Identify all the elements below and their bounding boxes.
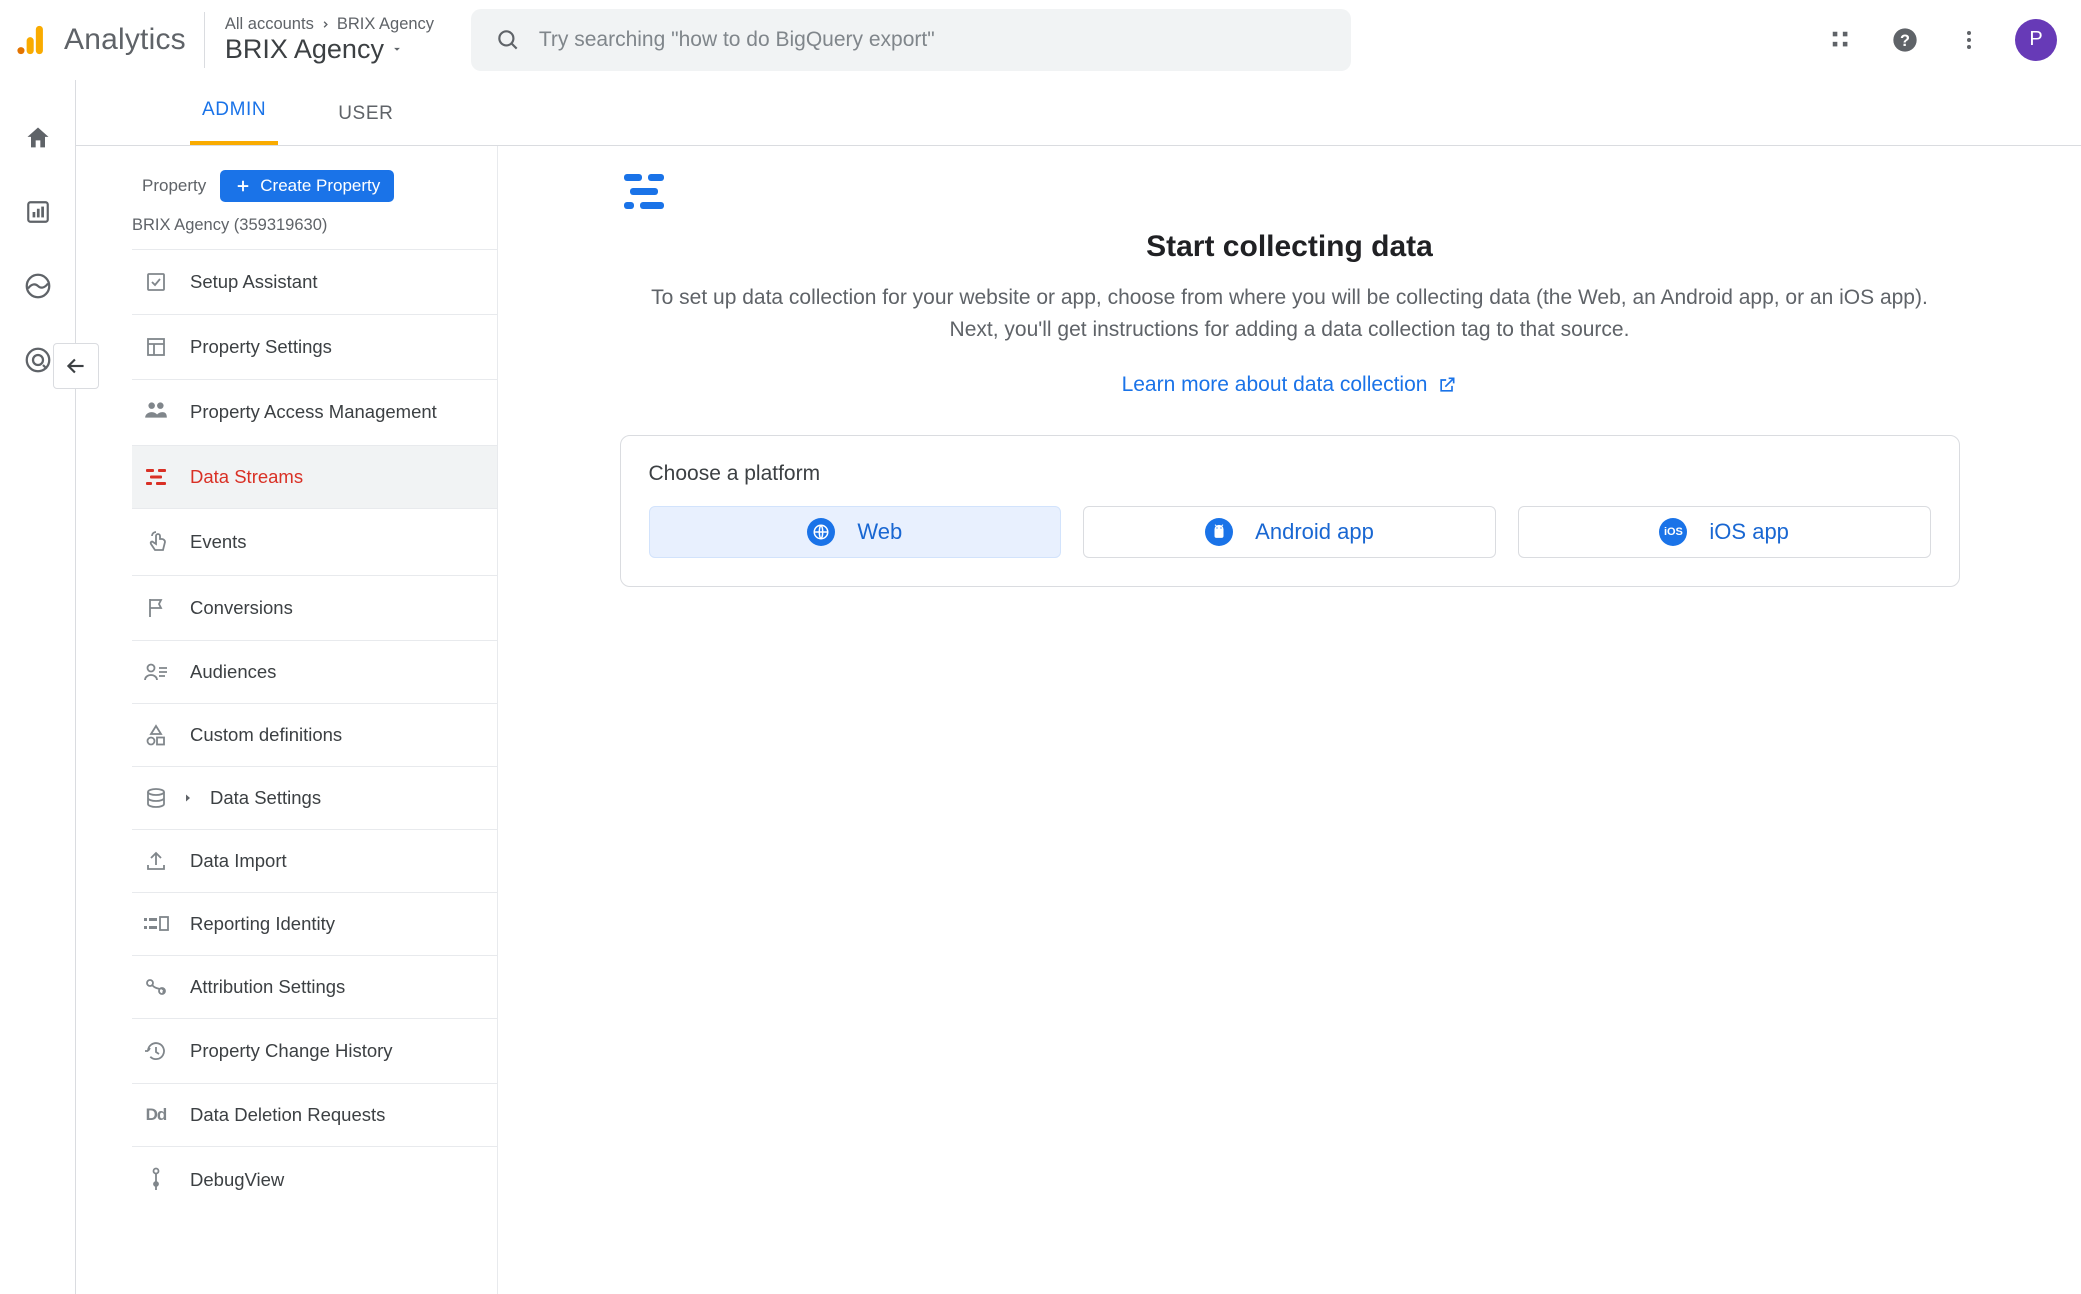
menu-attribution-settings[interactable]: Attribution Settings <box>132 956 497 1018</box>
menu-reporting-identity[interactable]: Reporting Identity <box>132 893 497 955</box>
data-streams-hero-icon <box>620 170 1960 214</box>
brand[interactable]: Analytics <box>16 12 205 68</box>
touch-icon <box>142 529 170 555</box>
data-streams-icon <box>142 467 170 487</box>
menu-events[interactable]: Events <box>132 509 497 575</box>
settings-menu: Setup Assistant Property Settings Proper… <box>132 249 497 1213</box>
reports-icon[interactable] <box>18 192 58 232</box>
database-icon <box>142 787 170 809</box>
platform-ios-button[interactable]: iOS iOS app <box>1518 506 1931 558</box>
property-label: Property <box>142 176 206 196</box>
admin-tabs: ADMIN USER <box>76 80 2081 146</box>
page-title: Start collecting data <box>620 230 1960 264</box>
choose-platform-label: Choose a platform <box>649 462 1931 486</box>
back-button[interactable] <box>53 343 99 389</box>
platform-android-button[interactable]: Android app <box>1083 506 1496 558</box>
path-all: All accounts <box>225 15 314 34</box>
account-path: All accounts BRIX Agency <box>225 15 447 34</box>
menu-data-settings[interactable]: Data Settings <box>132 767 497 829</box>
platform-card: Choose a platform Web Android app iOS <box>620 435 1960 587</box>
identity-icon <box>142 916 170 932</box>
create-property-button[interactable]: Create Property <box>220 170 394 202</box>
people-icon <box>142 400 170 420</box>
svg-text:?: ? <box>1900 31 1910 49</box>
left-rail <box>0 80 76 1294</box>
tab-admin[interactable]: ADMIN <box>190 99 278 145</box>
menu-custom-definitions[interactable]: Custom definitions <box>132 704 497 766</box>
product-name: Analytics <box>64 23 186 57</box>
menu-data-streams[interactable]: Data Streams <box>132 446 497 508</box>
history-icon <box>142 1039 170 1063</box>
shapes-icon <box>142 724 170 746</box>
path-account: BRIX Agency <box>337 15 434 34</box>
account-name: BRIX Agency <box>225 34 384 65</box>
search-input[interactable] <box>539 28 1327 52</box>
attribution-icon <box>142 977 170 997</box>
menu-change-history[interactable]: Property Change History <box>132 1019 497 1083</box>
menu-deletion-requests[interactable]: Dd Data Deletion Requests <box>132 1084 497 1146</box>
analytics-logo-icon <box>16 22 50 58</box>
explore-icon[interactable] <box>18 266 58 306</box>
menu-debugview[interactable]: DebugView <box>132 1147 497 1213</box>
property-name: BRIX Agency (359319630) <box>132 210 497 249</box>
ios-icon: iOS <box>1659 518 1687 546</box>
property-header: Property Create Property <box>132 146 497 210</box>
account-selector[interactable]: All accounts BRIX Agency BRIX Agency <box>217 15 447 65</box>
menu-data-import[interactable]: Data Import <box>132 830 497 892</box>
menu-property-settings[interactable]: Property Settings <box>132 315 497 379</box>
top-actions: ? P <box>1823 19 2057 61</box>
caret-down-icon <box>390 42 404 56</box>
user-avatar[interactable]: P <box>2015 19 2057 61</box>
menu-setup-assistant[interactable]: Setup Assistant <box>132 250 497 314</box>
menu-conversions[interactable]: Conversions <box>132 576 497 640</box>
layout-icon <box>142 335 170 359</box>
settings-sidebar: Property Create Property BRIX Agency (35… <box>76 146 498 1294</box>
chevron-right-icon <box>182 792 194 804</box>
debug-icon <box>142 1167 170 1193</box>
home-icon[interactable] <box>18 118 58 158</box>
platform-web-button[interactable]: Web <box>649 506 1062 558</box>
checkbox-icon <box>142 270 170 294</box>
search-bar[interactable] <box>471 9 1351 71</box>
advertising-icon[interactable] <box>18 340 58 380</box>
tab-user[interactable]: USER <box>326 103 405 145</box>
web-icon <box>807 518 835 546</box>
search-icon <box>495 27 521 53</box>
android-icon <box>1205 518 1233 546</box>
audience-icon <box>142 662 170 682</box>
upload-icon <box>142 850 170 872</box>
topbar: Analytics All accounts BRIX Agency BRIX … <box>0 0 2081 80</box>
page-description: To set up data collection for your websi… <box>650 282 1930 345</box>
menu-property-access[interactable]: Property Access Management <box>132 380 497 445</box>
learn-more-link[interactable]: Learn more about data collection <box>1122 373 1458 397</box>
help-icon[interactable]: ? <box>1887 22 1923 58</box>
main-panel: Start collecting data To set up data col… <box>498 146 2081 1294</box>
external-link-icon <box>1437 375 1457 395</box>
dd-icon: Dd <box>142 1105 170 1125</box>
apps-icon[interactable] <box>1823 22 1859 58</box>
flag-icon <box>142 596 170 620</box>
menu-audiences[interactable]: Audiences <box>132 641 497 703</box>
more-vert-icon[interactable] <box>1951 22 1987 58</box>
